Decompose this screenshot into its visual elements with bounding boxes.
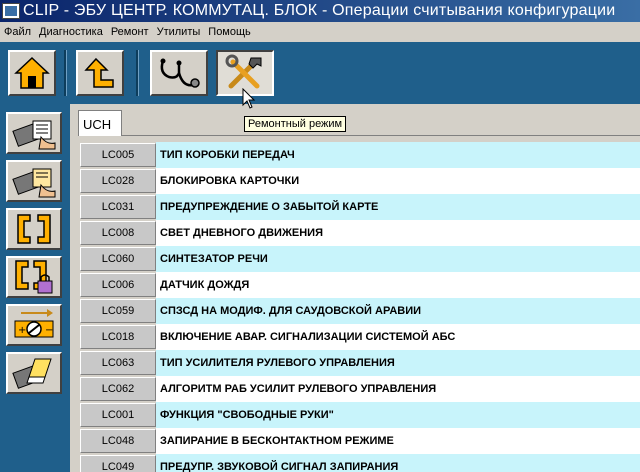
menu-bar: Файл Диагностика Ремонт Утилиты Помощь [0,22,640,42]
row-label: ПРЕДУПР. ЗВУКОВОЙ СИГНАЛ ЗАПИРАНИЯ [156,454,640,472]
row-code[interactable]: LC049 [80,455,156,472]
row-code[interactable]: LC001 [80,403,156,427]
back-arrow-icon [84,57,114,88]
row-label: ВКЛЮЧЕНИЕ АВАР. СИГНАЛИЗАЦИИ СИСТЕМОЙ АБ… [156,324,640,350]
row-code[interactable]: LC028 [80,169,156,193]
row-label: АЛГОРИТМ РАБ УСИЛИТ РУЛЕВОГО УПРАВЛЕНИЯ [156,376,640,402]
connector-lock-icon [15,260,53,294]
connector-lock-button[interactable] [6,256,62,298]
menu-diagnostics[interactable]: Диагностика [35,26,107,38]
gauge-adjust-icon: + − [14,309,54,338]
menu-utilities[interactable]: Утилиты [153,26,205,38]
toolbar [0,42,640,104]
erase-button[interactable] [6,352,62,394]
chip-hand-write-icon [12,168,56,198]
tools-icon [225,54,262,89]
tab-divider [122,135,640,136]
row-code[interactable]: LC059 [80,299,156,323]
row-code[interactable]: LC063 [80,351,156,375]
adjust-button[interactable]: + − [6,304,62,346]
diagnostic-button[interactable] [150,50,208,96]
sidebar: + − [0,104,70,472]
svg-text:+: + [18,325,26,336]
row-label: БЛОКИРОВКА КАРТОЧКИ [156,168,640,194]
table-row[interactable]: LC062 АЛГОРИТМ РАБ УСИЛИТ РУЛЕВОГО УПРАВЛ… [80,376,640,402]
write-config-button[interactable] [6,160,62,202]
menu-help[interactable]: Помощь [204,26,255,38]
window-title: CLIP - ЭБУ ЦЕНТР. КОММУТАЦ. БЛОК - Опера… [23,2,616,19]
row-code[interactable]: LC018 [80,325,156,349]
row-label: ФУНКЦИЯ "СВОБОДНЫЕ РУКИ" [156,402,640,428]
row-label: СВЕТ ДНЕВНОГО ДВИЖЕНИЯ [156,220,640,246]
back-button[interactable] [76,50,124,96]
table-row[interactable]: LC006 ДАТЧИК ДОЖДЯ [80,272,640,298]
chip-hand-read-icon [12,120,56,150]
read-config-button[interactable] [6,112,62,154]
title-bar: CLIP - ЭБУ ЦЕНТР. КОММУТАЦ. БЛОК - Опера… [0,0,640,22]
app-icon [2,3,20,19]
svg-text:−: − [45,325,53,336]
row-label: ТИП КОРОБКИ ПЕРЕДАЧ [156,142,640,168]
row-code[interactable]: LC031 [80,195,156,219]
table-row[interactable]: LC060 СИНТЕЗАТОР РЕЧИ [80,246,640,272]
parameter-list: LC005 ТИП КОРОБКИ ПЕРЕДАЧ LC028 БЛОКИРОВКА… [80,142,640,472]
tooltip: Ремонтный режим [244,116,347,132]
row-code[interactable]: LC062 [80,377,156,401]
toolbar-separator [136,50,139,96]
table-row[interactable]: LC048 ЗАПИРАНИЕ В БЕСКОНТАКТНОМ РЕЖИМЕ [80,428,640,454]
connector-icon [17,214,51,244]
table-row[interactable]: LC028 БЛОКИРОВКА КАРТОЧКИ [80,168,640,194]
tab-uch[interactable]: UCH [78,110,122,136]
main-panel: UCH LC005 ТИП КОРОБКИ ПЕРЕДАЧ LC028 БЛОКИР… [70,104,640,472]
row-label: СПЗСД НА МОДИФ. ДЛЯ САУДОВСКОЙ АРАВИИ [156,298,640,324]
table-row[interactable]: LC005 ТИП КОРОБКИ ПЕРЕДАЧ [80,142,640,168]
menu-repair[interactable]: Ремонт [107,26,153,38]
table-row[interactable]: LC018 ВКЛЮЧЕНИЕ АВАР. СИГНАЛИЗАЦИИ СИСТЕМ… [80,324,640,350]
menu-file[interactable]: Файл [0,26,35,38]
home-icon [14,56,50,89]
row-label: ТИП УСИЛИТЕЛЯ РУЛЕВОГО УПРАВЛЕНИЯ [156,350,640,376]
table-row[interactable]: LC031 ПРЕДУПРЕЖДЕНИЕ О ЗАБЫТОЙ КАРТЕ [80,194,640,220]
table-row[interactable]: LC008 СВЕТ ДНЕВНОГО ДВИЖЕНИЯ [80,220,640,246]
row-label: ПРЕДУПРЕЖДЕНИЕ О ЗАБЫТОЙ КАРТЕ [156,194,640,220]
chip-eraser-icon [12,358,52,389]
row-code[interactable]: LC005 [80,143,156,167]
stethoscope-icon [160,58,200,88]
table-row[interactable]: LC059 СПЗСД НА МОДИФ. ДЛЯ САУДОВСКОЙ АРАВ… [80,298,640,324]
toolbar-separator [64,50,67,96]
table-row[interactable]: LC049 ПРЕДУПР. ЗВУКОВОЙ СИГНАЛ ЗАПИРАНИЯ [80,454,640,472]
mouse-cursor-icon [242,88,256,109]
row-label: СИНТЕЗАТОР РЕЧИ [156,246,640,272]
table-row[interactable]: LC001 ФУНКЦИЯ "СВОБОДНЫЕ РУКИ" [80,402,640,428]
row-code[interactable]: LC006 [80,273,156,297]
table-row[interactable]: LC063 ТИП УСИЛИТЕЛЯ РУЛЕВОГО УПРАВЛЕНИЯ [80,350,640,376]
row-code[interactable]: LC048 [80,429,156,453]
home-button[interactable] [8,50,56,96]
row-label: ЗАПИРАНИЕ В БЕСКОНТАКТНОМ РЕЖИМЕ [156,428,640,454]
row-code[interactable]: LC008 [80,221,156,245]
connector-button[interactable] [6,208,62,250]
row-label: ДАТЧИК ДОЖДЯ [156,272,640,298]
row-code[interactable]: LC060 [80,247,156,271]
